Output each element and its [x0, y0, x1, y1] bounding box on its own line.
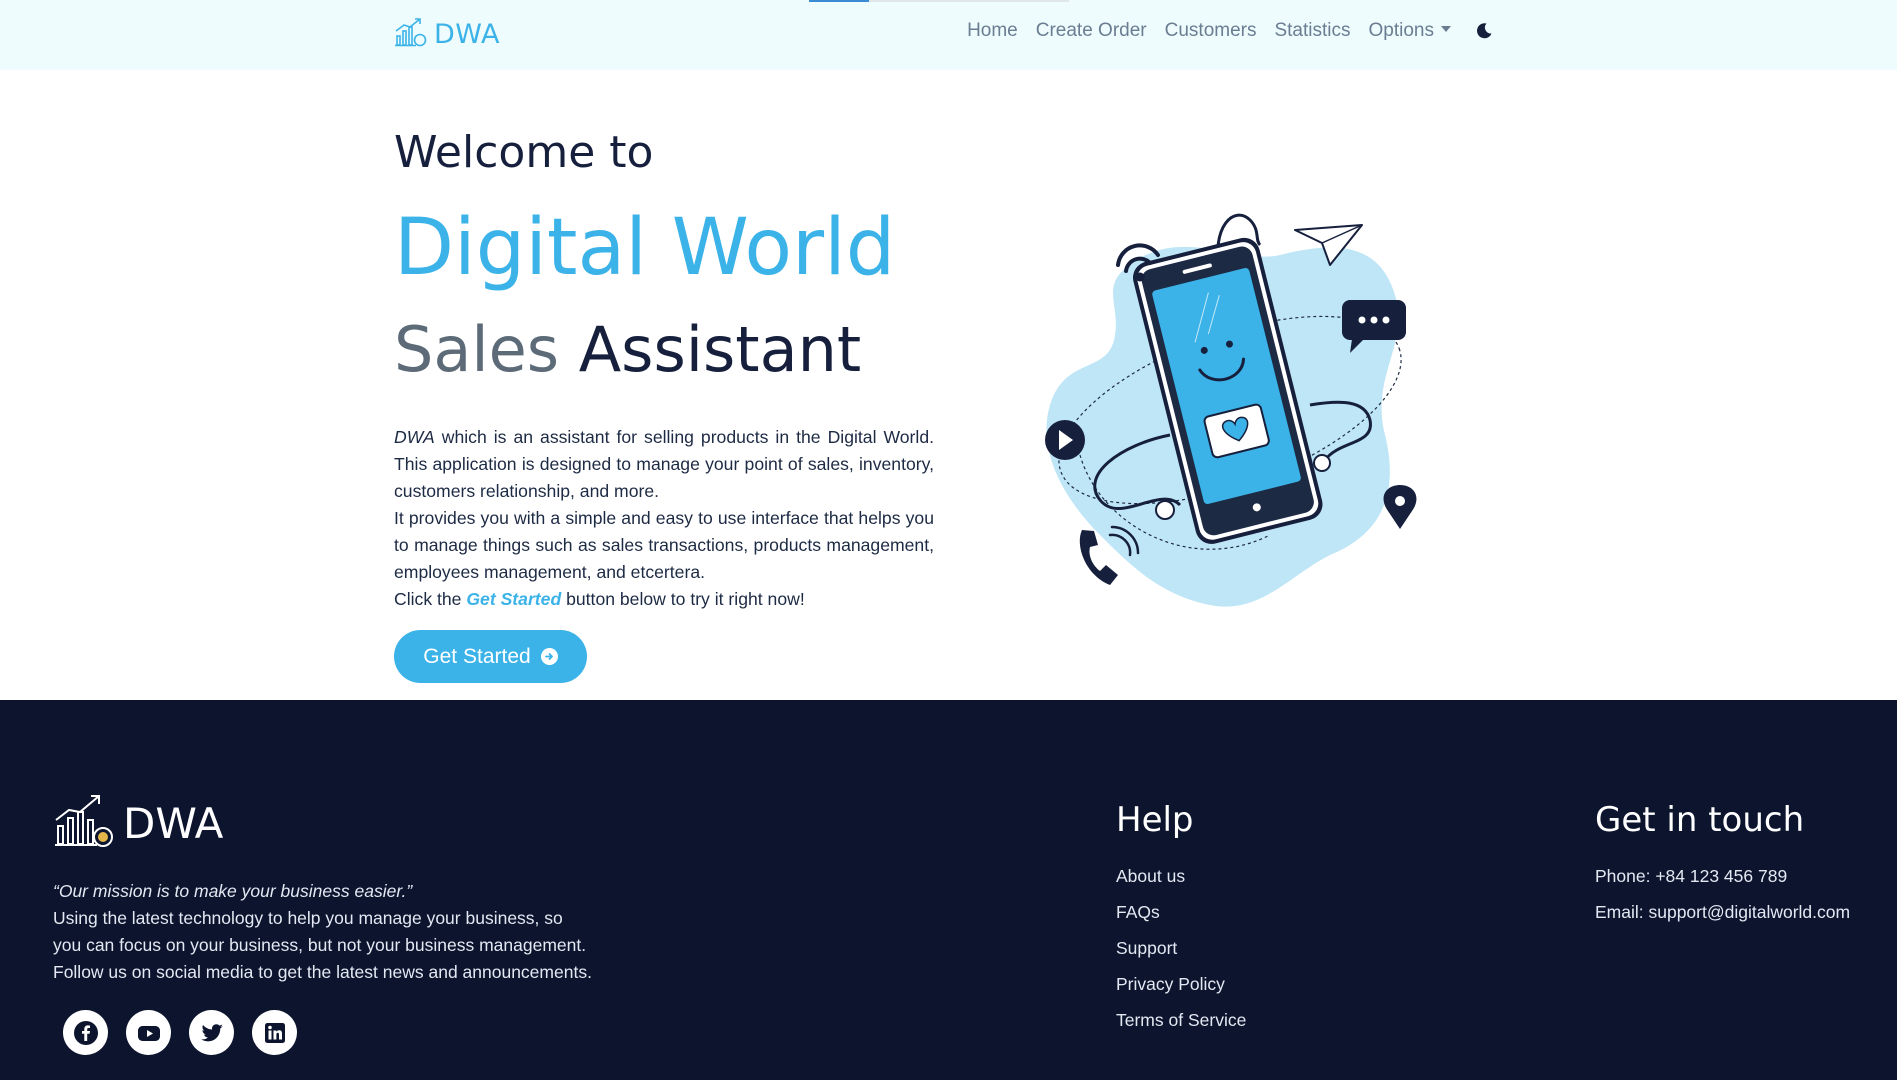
- footer-about-line: Using the latest technology to help you …: [53, 908, 563, 928]
- smartphone-illustration: [1045, 213, 1417, 607]
- desc-paragraph-2: It provides you with a simple and easy t…: [394, 508, 934, 582]
- facebook-icon: [73, 1020, 98, 1045]
- desc-text-3a: Click the: [394, 589, 462, 609]
- brand-logo-link[interactable]: DWA: [394, 16, 500, 53]
- facebook-link[interactable]: [63, 1010, 108, 1055]
- footer-link-privacy-policy[interactable]: Privacy Policy: [1116, 966, 1246, 1002]
- hero-description: DWA which is an assistant for selling pr…: [394, 424, 934, 613]
- footer-contact-heading: Get in touch: [1595, 800, 1805, 840]
- footer-about-line: you can focus on your business, but not …: [53, 935, 587, 955]
- desc-get-started-emphasis: Get Started: [466, 589, 562, 609]
- footer-link-faqs[interactable]: FAQs: [1116, 894, 1246, 930]
- footer-link-about-us[interactable]: About us: [1116, 858, 1246, 894]
- hero-subtitle-light: Sales: [394, 313, 560, 386]
- options-label: Options: [1368, 20, 1434, 41]
- footer-help-heading: Help: [1116, 800, 1194, 840]
- twitter-link[interactable]: [189, 1010, 234, 1055]
- desc-paragraph-1: DWA which is an assistant for selling pr…: [394, 424, 934, 505]
- desc-text-3b: button below to try it right now!: [566, 589, 805, 609]
- growth-chart-logo-icon: [394, 16, 428, 53]
- page-progress-bar: [809, 0, 1069, 2]
- footer-brand-name: DWA: [123, 799, 224, 848]
- moon-icon: [1477, 23, 1492, 39]
- get-started-button[interactable]: Get Started: [394, 630, 587, 683]
- youtube-link[interactable]: [126, 1010, 171, 1055]
- nav-link-statistics[interactable]: Statistics: [1274, 20, 1350, 42]
- social-links: [63, 1010, 297, 1055]
- footer-brand: DWA: [53, 792, 223, 855]
- desc-paragraph-3: Click the Get Started button below to tr…: [394, 586, 934, 613]
- twitter-icon: [200, 1023, 223, 1041]
- hero-subtitle: Sales Assistant: [394, 306, 934, 394]
- top-navbar: DWA Home Create Order Customers Statisti…: [0, 0, 1897, 70]
- footer-about-line: Follow us on social media to get the lat…: [53, 962, 592, 982]
- footer-link-terms-of-service[interactable]: Terms of Service: [1116, 1002, 1246, 1038]
- linkedin-link[interactable]: [252, 1010, 297, 1055]
- growth-chart-logo-icon: [53, 792, 115, 855]
- get-started-label: Get Started: [423, 644, 531, 668]
- nav-options-dropdown[interactable]: Options: [1369, 20, 1451, 42]
- site-footer: DWA “Our mission is to make your busines…: [0, 700, 1897, 1080]
- youtube-icon: [137, 1025, 160, 1041]
- footer-phone: Phone: +84 123 456 789: [1595, 866, 1788, 886]
- footer-mission: “Our mission is to make your business ea…: [53, 881, 413, 901]
- nav-link-home[interactable]: Home: [967, 20, 1018, 42]
- hero-welcome: Welcome to: [394, 127, 654, 178]
- linkedin-icon: [264, 1022, 285, 1043]
- footer-link-support[interactable]: Support: [1116, 930, 1246, 966]
- nav-link-create-order[interactable]: Create Order: [1036, 20, 1147, 42]
- theme-toggle-button[interactable]: [1473, 20, 1495, 42]
- page-progress-fill: [809, 0, 869, 2]
- footer-about: “Our mission is to make your business ea…: [53, 878, 613, 986]
- footer-email: Email: support@digitalworld.com: [1595, 902, 1851, 922]
- nav-link-customers[interactable]: Customers: [1165, 20, 1257, 42]
- hero-section: Welcome to Digital World Sales Assistant…: [394, 120, 934, 613]
- footer-contact-section: Get in touch Phone: +84 123 456 789 Emai…: [1595, 800, 1850, 930]
- desc-brand: DWA: [394, 427, 435, 447]
- footer-help-section: Help About us FAQs Support Privacy Polic…: [1116, 800, 1246, 1038]
- nav-menu: Home Create Order Customers Statistics O…: [967, 20, 1495, 42]
- hero-title: Digital World: [394, 203, 896, 293]
- caret-down-icon: [1441, 25, 1451, 32]
- desc-text-1: which is an assistant for selling produc…: [394, 427, 934, 501]
- brand-name: DWA: [434, 19, 500, 50]
- arrow-right-circle-icon: [540, 648, 558, 665]
- hero-subtitle-dark: Assistant: [578, 313, 862, 386]
